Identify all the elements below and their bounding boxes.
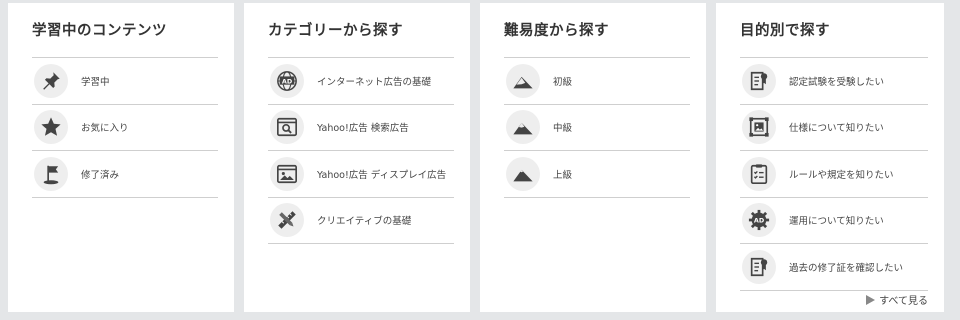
flag-icon	[34, 156, 68, 191]
certificate-icon	[742, 63, 776, 98]
see-all-link[interactable]: すべて見る	[866, 292, 928, 307]
panel-categories: カテゴリーから探す AD インターネット広告の基礎 Yahoo!広告 検索広告 …	[244, 3, 470, 312]
document-ribbon-icon	[742, 249, 776, 284]
list-item-intermediate[interactable]: 中級	[504, 105, 690, 151]
item-label: Yahoo!広告 ディスプレイ広告	[317, 169, 447, 181]
play-triangle-icon	[866, 294, 876, 305]
list-item-certification-exam[interactable]: 認定試験を受験したい	[740, 58, 928, 105]
panel-title: 目的別で探す	[740, 23, 830, 39]
item-label: Yahoo!広告 検索広告	[317, 123, 409, 135]
item-label: 上級	[553, 169, 573, 181]
panel-purpose: 目的別で探す 認定試験を受験したい 仕様について知りたい ルールや規定を知りたい…	[716, 3, 944, 312]
item-label: クリエイティブの基礎	[317, 216, 412, 228]
list-item-creative-basics[interactable]: クリエイティブの基礎	[268, 198, 454, 244]
mountain-beginner-icon	[506, 63, 540, 98]
svg-text:AD: AD	[754, 217, 764, 225]
list-item-favorites[interactable]: お気に入り	[32, 105, 218, 151]
ad-globe-icon: AD	[270, 63, 304, 98]
item-label: 仕様について知りたい	[789, 123, 884, 135]
item-label: 学習中	[81, 76, 110, 88]
search-window-icon	[270, 110, 304, 145]
item-label: 初級	[553, 76, 573, 88]
item-label: 中級	[553, 123, 573, 135]
list-item-beginner[interactable]: 初級	[504, 58, 690, 105]
item-label: ルールや規定を知りたい	[789, 169, 894, 181]
list-item-operations[interactable]: AD 運用について知りたい	[740, 198, 928, 244]
clipboard-icon	[742, 156, 776, 191]
svg-text:AD: AD	[282, 77, 292, 85]
panel-title: 学習中のコンテンツ	[32, 23, 167, 39]
spec-icon	[742, 110, 776, 145]
image-icon	[270, 156, 304, 191]
list-item-specifications[interactable]: 仕様について知りたい	[740, 105, 928, 151]
item-label: 修了済み	[81, 169, 120, 181]
list-item-past-certificates[interactable]: 過去の修了証を確認したい	[740, 244, 928, 291]
pushpin-icon	[34, 63, 68, 98]
item-label: 過去の修了証を確認したい	[789, 262, 904, 274]
panel-title: 難易度から探す	[504, 23, 609, 39]
list-item-search-ads[interactable]: Yahoo!広告 検索広告	[268, 105, 454, 151]
item-label: 運用について知りたい	[789, 216, 884, 228]
item-list: 認定試験を受験したい 仕様について知りたい ルールや規定を知りたい AD 運用に…	[740, 57, 928, 291]
list-item-advanced[interactable]: 上級	[504, 151, 690, 198]
ad-gear-icon: AD	[742, 203, 776, 238]
list-item-rules-regulations[interactable]: ルールや規定を知りたい	[740, 151, 928, 198]
panel-title: カテゴリーから探す	[268, 23, 403, 39]
mountain-intermediate-icon	[506, 110, 540, 145]
star-icon	[34, 110, 68, 145]
item-label: お気に入り	[81, 123, 129, 135]
item-list: 学習中 お気に入り 修了済み	[32, 57, 218, 198]
list-item-studying[interactable]: 学習中	[32, 58, 218, 105]
item-list: AD インターネット広告の基礎 Yahoo!広告 検索広告 Yahoo!広告 デ…	[268, 57, 454, 244]
list-item-completed[interactable]: 修了済み	[32, 151, 218, 198]
panel-learning-contents: 学習中のコンテンツ 学習中 お気に入り 修了済み	[8, 3, 234, 312]
mountain-advanced-icon	[506, 156, 540, 191]
pencil-ruler-icon	[270, 203, 304, 238]
list-item-internet-ads-basics[interactable]: AD インターネット広告の基礎	[268, 58, 454, 105]
panel-difficulty: 難易度から探す 初級 中級 上級	[480, 3, 706, 312]
item-label: 認定試験を受験したい	[789, 76, 885, 88]
item-label: インターネット広告の基礎	[317, 76, 432, 88]
item-list: 初級 中級 上級	[504, 57, 690, 198]
see-all-label: すべて見る	[879, 296, 928, 307]
list-item-display-ads[interactable]: Yahoo!広告 ディスプレイ広告	[268, 151, 454, 198]
